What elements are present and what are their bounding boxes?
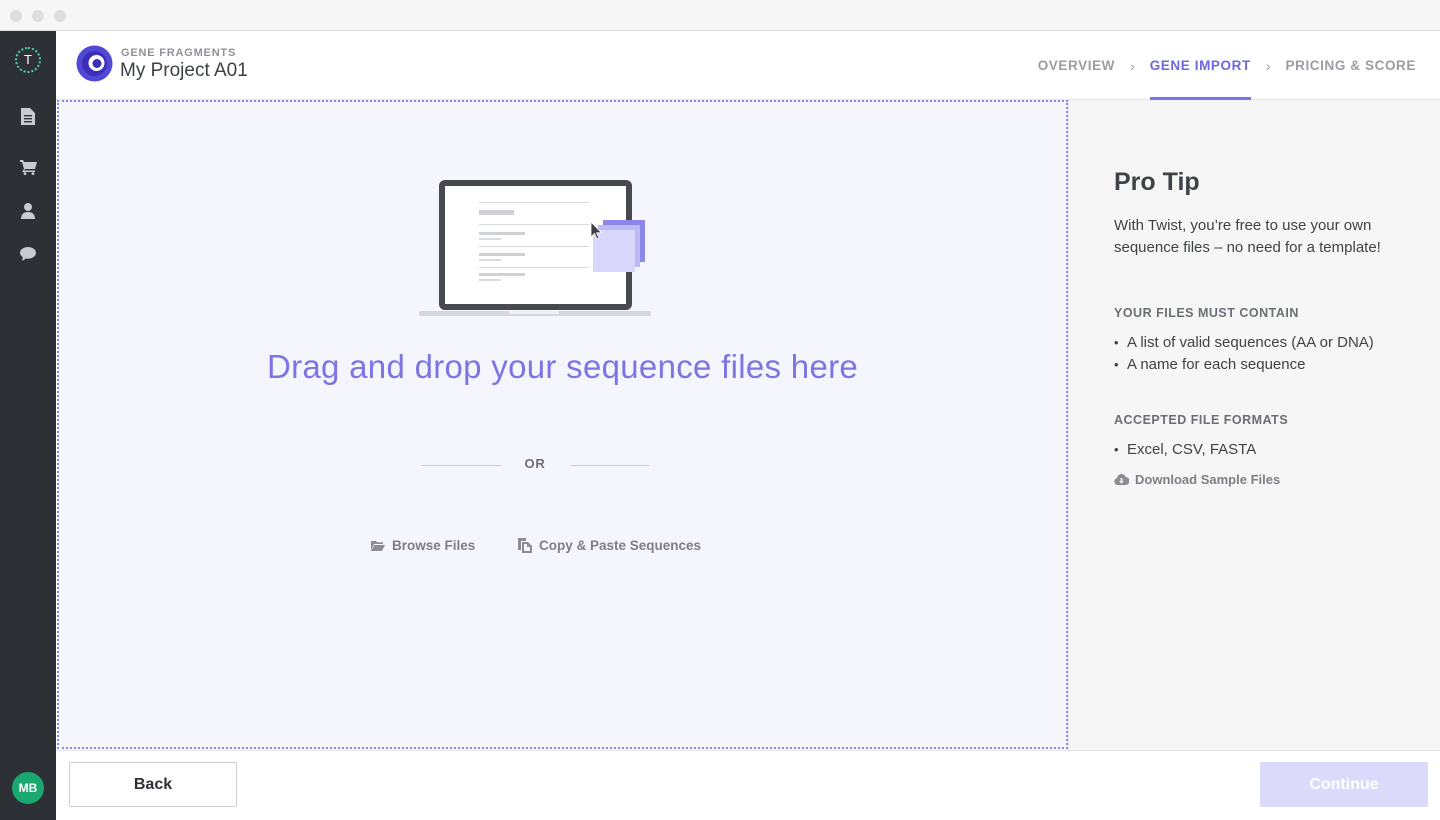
pro-tip-panel: Pro Tip With Twist, you’re free to use y… [1068,100,1440,750]
must-contain-heading: YOUR FILES MUST CONTAIN [1114,306,1299,320]
laptop-upload-illustration [419,180,651,316]
pro-tip-title: Pro Tip [1114,168,1200,196]
sidebar-item-account[interactable] [17,200,39,222]
footer-bar: Back Continue [56,750,1440,820]
download-sample-files-link[interactable]: Download Sample Files [1114,472,1280,487]
clipboard-icon [518,538,532,553]
accepted-formats-heading: ACCEPTED FILE FORMATS [1114,413,1289,427]
project-type-label: GENE FRAGMENTS [121,47,237,59]
download-sample-files-label: Download Sample Files [1135,472,1281,487]
file-dropzone[interactable]: Drag and drop your sequence files here O… [57,100,1068,749]
dropzone-title: Drag and drop your sequence files here [266,348,859,385]
back-button[interactable]: Back [69,762,237,807]
continue-button[interactable]: Continue [1260,762,1428,807]
user-avatar[interactable]: MB [12,772,44,804]
document-icon [21,107,35,125]
step-pricing-score[interactable]: PRICING & SCORE [1285,31,1416,100]
pro-tip-body: With Twist, you’re free to use your own … [1114,217,1381,256]
close-window-button[interactable] [10,10,22,22]
user-icon [21,203,35,219]
step-overview[interactable]: OVERVIEW [1038,31,1115,100]
sidebar: T MB [0,31,56,820]
sidebar-item-documents[interactable] [17,105,39,127]
or-divider: OR [421,456,649,476]
chevron-right-icon: › [1265,57,1271,74]
folder-open-icon [371,541,385,551]
step-gene-import[interactable]: GENE IMPORT [1149,31,1251,100]
list-item: A list of valid sequences (AA or DNA) [1114,332,1374,354]
sidebar-item-chat[interactable] [17,243,39,265]
browse-files-button[interactable]: Browse Files [371,538,475,553]
twist-logo[interactable]: T [15,47,41,73]
chat-icon [20,247,36,261]
divider-line [571,465,649,466]
chevron-right-icon: › [1130,57,1135,74]
must-contain-list: A list of valid sequences (AA or DNA) A … [1114,332,1374,376]
step-breadcrumb: OVERVIEW › GENE IMPORT › PRICING & SCORE [1038,31,1416,100]
accepted-formats-list: Excel, CSV, FASTA [1114,439,1256,461]
cart-icon [19,159,37,175]
project-logo-icon [76,45,113,82]
cloud-download-icon [1114,474,1129,485]
sidebar-item-cart[interactable] [17,156,39,178]
browse-files-label: Browse Files [392,538,476,553]
or-label: OR [524,456,546,471]
copy-paste-sequences-label: Copy & Paste Sequences [539,538,702,553]
minimize-window-button[interactable] [32,10,44,22]
copy-paste-sequences-button[interactable]: Copy & Paste Sequences [518,538,701,553]
project-header: GENE FRAGMENTS My Project A01 OVERVIEW ›… [56,31,1440,100]
maximize-window-button[interactable] [54,10,66,22]
window-titlebar [0,0,1440,31]
list-item: A name for each sequence [1114,354,1374,376]
list-item: Excel, CSV, FASTA [1114,439,1256,461]
project-name: My Project A01 [120,60,248,81]
